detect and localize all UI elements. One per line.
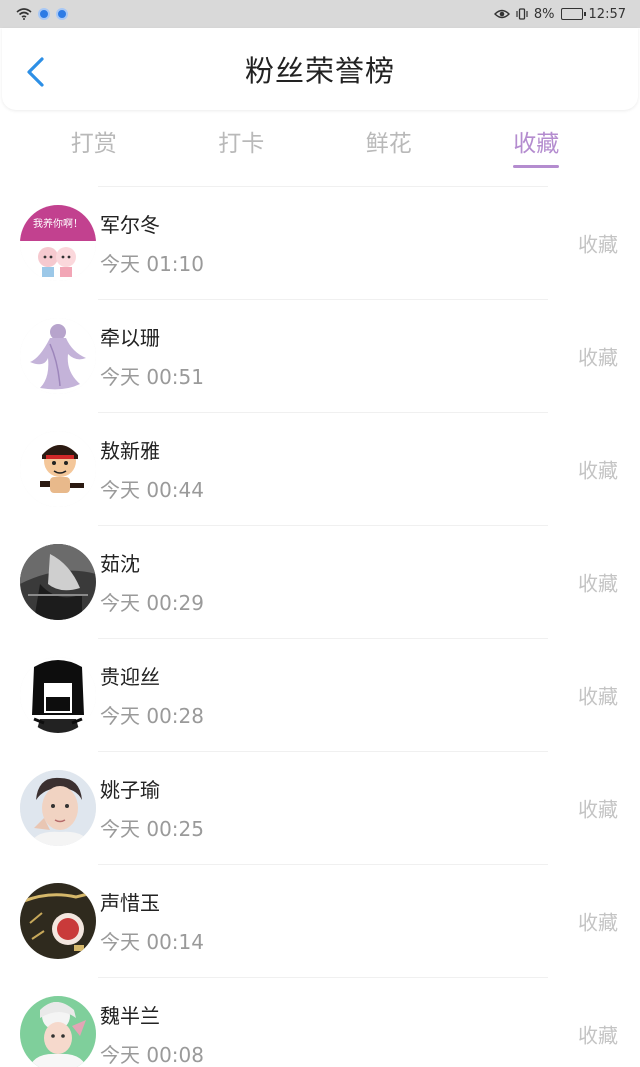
list-item[interactable]: 姚子瑜 今天 00:25 收藏 <box>0 751 640 864</box>
item-info: 姚子瑜 今天 00:25 <box>100 774 204 842</box>
list-item[interactable]: 敖新雅 今天 00:44 收藏 <box>0 412 640 525</box>
favorite-label: 收藏 <box>578 797 618 821</box>
avatar-image <box>20 430 96 507</box>
list-item[interactable]: 牵以珊 今天 00:51 收藏 <box>0 299 640 412</box>
wifi-icon <box>16 8 32 20</box>
avatar-image <box>20 656 96 733</box>
eye-icon <box>493 9 510 19</box>
fan-list: 我养你啊！ 军尔冬 今天 01:10 收藏 牵以珊 今天 00:51 收藏 敖新… <box>0 186 640 1067</box>
item-info: 贵迎丝 今天 00:28 <box>100 661 204 729</box>
user-name: 贵迎丝 <box>100 664 160 689</box>
favorite-label: 收藏 <box>578 1023 618 1047</box>
item-info: 敖新雅 今天 00:44 <box>100 435 204 503</box>
avatar: 我养你啊！ <box>20 204 96 281</box>
item-info: 茹沈 今天 00:29 <box>100 548 204 616</box>
tab-reward[interactable]: 打赏 <box>71 124 117 168</box>
battery-percent: 8% <box>533 6 555 22</box>
user-name: 牵以珊 <box>100 325 160 350</box>
timestamp: 今天 00:29 <box>100 590 204 615</box>
list-item[interactable]: 魏半兰 今天 00:08 收藏 <box>0 977 640 1067</box>
user-name: 军尔冬 <box>100 212 160 237</box>
item-info: 牵以珊 今天 00:51 <box>100 322 204 390</box>
avatar <box>20 769 96 846</box>
vibrate-icon <box>516 8 528 20</box>
avatar-image: 我养你啊！ <box>20 204 96 281</box>
user-name: 声惜玉 <box>100 890 160 915</box>
favorite-label: 收藏 <box>578 684 618 708</box>
user-name: 魏半兰 <box>100 1003 160 1028</box>
timestamp: 今天 00:51 <box>100 364 204 389</box>
favorite-label: 收藏 <box>578 910 618 934</box>
user-name: 茹沈 <box>100 551 140 576</box>
avatar <box>20 656 96 733</box>
user-name: 敖新雅 <box>100 438 160 463</box>
timestamp: 今天 00:28 <box>100 703 204 728</box>
list-item[interactable]: 我养你啊！ 军尔冬 今天 01:10 收藏 <box>0 186 640 299</box>
avatar <box>20 317 96 394</box>
timestamp: 今天 00:08 <box>100 1042 204 1067</box>
favorite-label: 收藏 <box>578 571 618 595</box>
clock: 12:57 <box>588 6 626 22</box>
favorite-label: 收藏 <box>578 232 618 256</box>
user-name: 姚子瑜 <box>100 777 160 802</box>
status-bar-right: 8% 12:57 <box>493 6 626 22</box>
avatar-image <box>20 317 96 394</box>
avatar-image <box>20 882 96 959</box>
avatar-image <box>20 769 96 846</box>
avatar-caption: 我养你啊！ <box>33 217 83 230</box>
tab-flowers[interactable]: 鲜花 <box>366 124 412 168</box>
tab-favorites[interactable]: 收藏 <box>513 124 560 168</box>
favorite-label: 收藏 <box>578 345 618 369</box>
avatar <box>20 995 96 1067</box>
item-info: 魏半兰 今天 00:08 <box>100 1000 204 1067</box>
header: 粉丝荣誉榜 <box>2 28 638 110</box>
avatar <box>20 430 96 507</box>
app-notification-icon <box>38 8 50 20</box>
page-title: 粉丝荣誉榜 <box>244 54 395 88</box>
battery-icon <box>560 8 586 20</box>
item-info: 声惜玉 今天 00:14 <box>100 887 204 955</box>
list-item[interactable]: 茹沈 今天 00:29 收藏 <box>0 525 640 638</box>
list-item[interactable]: 声惜玉 今天 00:14 收藏 <box>0 864 640 977</box>
timestamp: 今天 00:25 <box>100 816 204 841</box>
list-item[interactable]: 贵迎丝 今天 00:28 收藏 <box>0 638 640 751</box>
item-info: 军尔冬 今天 01:10 <box>100 209 204 277</box>
avatar-image <box>20 995 96 1067</box>
avatar <box>20 882 96 959</box>
avatar-image <box>20 543 96 620</box>
app-notification-icon <box>56 8 68 20</box>
avatar <box>20 543 96 620</box>
tab-checkin[interactable]: 打卡 <box>218 124 264 168</box>
timestamp: 今天 00:44 <box>100 477 204 502</box>
status-bar-left <box>16 8 68 20</box>
back-arrow-icon[interactable] <box>22 56 50 88</box>
status-bar: 8% 12:57 <box>0 0 640 28</box>
timestamp: 今天 00:14 <box>100 929 204 954</box>
tab-bar: 打赏 打卡 鲜花 收藏 <box>0 110 640 186</box>
timestamp: 今天 01:10 <box>100 251 204 276</box>
favorite-label: 收藏 <box>578 458 618 482</box>
